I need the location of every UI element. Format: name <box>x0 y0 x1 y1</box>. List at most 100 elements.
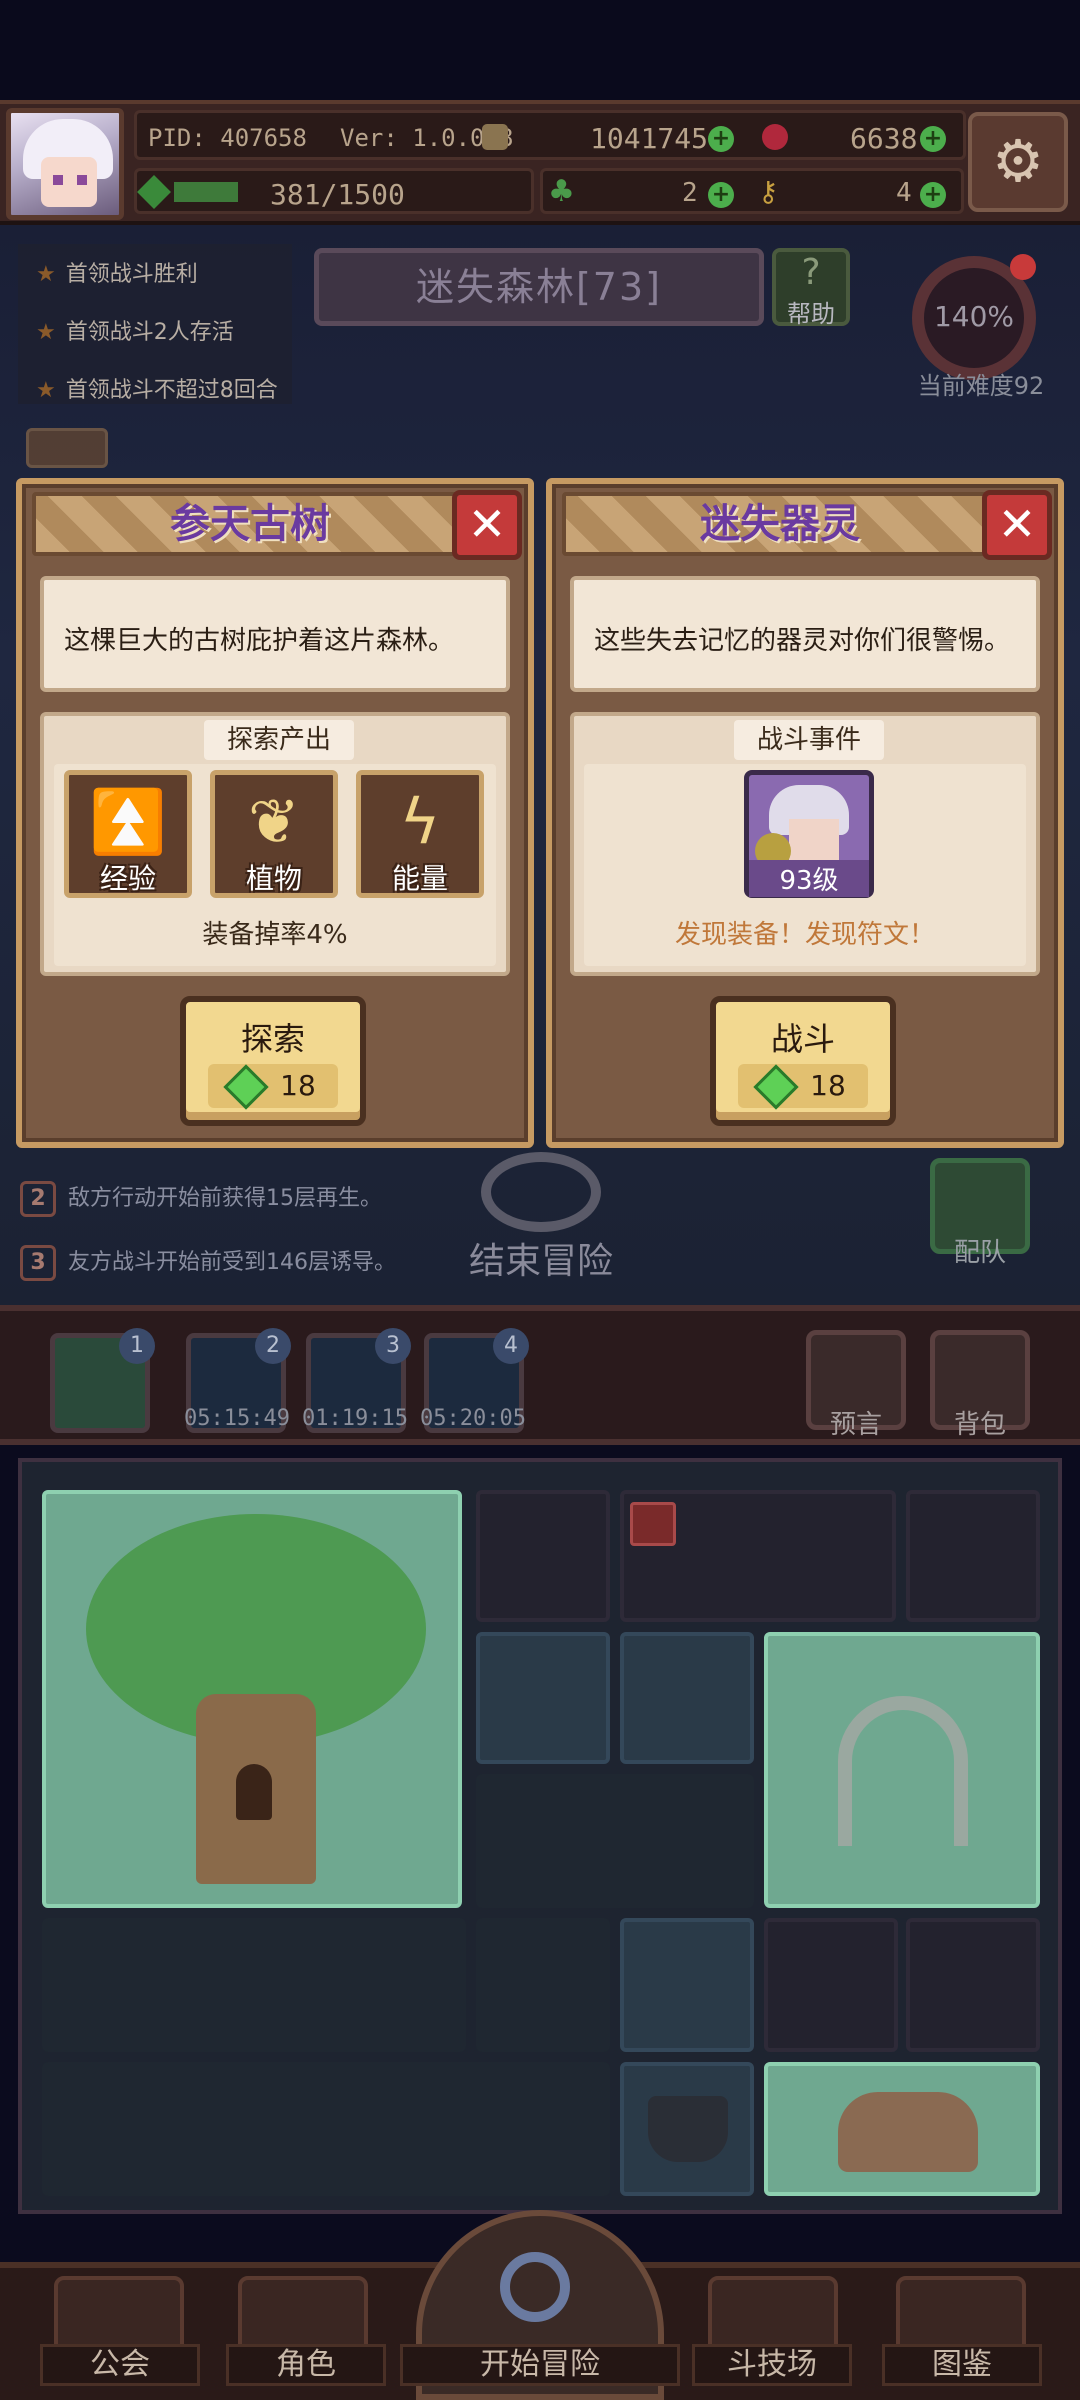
map-tile[interactable] <box>620 1918 754 2052</box>
key-count: 4 <box>896 178 912 208</box>
floor-timer: 05:20:05 <box>420 1406 526 1431</box>
action-label: 战斗 <box>770 1020 835 1058</box>
event-card-tree: 参天古树 ✕ 这棵巨大的古树庇护着这片森林。 探索产出 ⏫ 经验 ❦ 植物 ϟ … <box>16 478 534 1148</box>
quest-item: ★ 首领战斗不超过8回合 <box>36 378 278 403</box>
reward-label: 植物 <box>245 862 302 895</box>
nav-guild-label: 公会 <box>40 2344 200 2386</box>
enemy-list: 93级 发现装备！发现符文！ <box>584 764 1026 966</box>
stump-icon <box>838 2092 978 2172</box>
add-clover-button[interactable]: + <box>708 182 734 208</box>
bag-label: 背包 <box>953 1410 1006 1440</box>
magnifier-icon <box>500 2252 570 2322</box>
floor-slot[interactable]: 1 <box>50 1328 155 1433</box>
quest-item: ★ 首领战斗2人存活 <box>36 320 234 345</box>
reward-exp[interactable]: ⏫ 经验 <box>64 770 192 898</box>
reward-label: 经验 <box>99 862 156 895</box>
fight-button[interactable]: 战斗 18 <box>710 996 896 1126</box>
nav-codex-label: 图鉴 <box>882 2344 1042 2386</box>
floor-strip: 1 2 3 4 <box>0 1305 1080 1445</box>
end-adventure-button[interactable]: 结束冒险 <box>456 1152 626 1282</box>
action-cost: 18 <box>738 1064 868 1110</box>
discovery-note: 发现装备！发现符文！ <box>674 920 935 950</box>
enemy-level: 93级 <box>749 860 869 897</box>
nav-role-label: 角色 <box>226 2344 386 2386</box>
end-adventure-label: 结束冒险 <box>468 1241 613 1282</box>
effect-line: 3 友方战斗开始前受到146层诱导。 <box>20 1244 396 1281</box>
help-button[interactable]: ? 帮助 <box>772 248 850 328</box>
ruins-arch <box>838 1696 968 1846</box>
reward-energy[interactable]: ϟ 能量 <box>356 770 484 898</box>
star-icon: ★ <box>36 262 56 287</box>
card-reward-section: 探索产出 ⏫ 经验 ❦ 植物 ϟ 能量 装备掉率4% <box>40 712 510 976</box>
nav-start-label: 开始冒险 <box>400 2344 680 2386</box>
close-icon[interactable]: ✕ <box>452 490 522 560</box>
stamina-bar-fill <box>174 182 238 202</box>
map-grid <box>18 1458 1062 2214</box>
quest-item: ★ 首领战斗胜利 <box>36 262 198 287</box>
gold-coin-icon <box>482 124 508 150</box>
drop-rate-note: 装备掉率4% <box>202 920 348 950</box>
chevron-up-icon: ⏫ <box>89 785 167 858</box>
map-tile[interactable] <box>906 1918 1040 2052</box>
settings-gear-icon[interactable]: ⚙ <box>968 112 1068 212</box>
map-tile[interactable] <box>620 1490 896 1622</box>
action-label: 探索 <box>240 1020 305 1058</box>
gem-amount: 6638 <box>850 122 918 155</box>
effect-line: 2 敌方行动开始前获得15层再生。 <box>20 1180 382 1217</box>
key-icon: ⚷ <box>758 175 779 208</box>
clover-count: 2 <box>682 178 698 208</box>
nav-arena-label: 斗技场 <box>692 2344 852 2386</box>
map-tile[interactable] <box>906 1490 1040 1622</box>
enemy-portrait[interactable]: 93级 <box>744 770 874 898</box>
reward-list: ⏫ 经验 ❦ 植物 ϟ 能量 装备掉率4% <box>54 764 496 966</box>
cauldron-icon <box>648 2096 728 2162</box>
player-id: PID: 407658 <box>148 124 307 152</box>
reward-label: 能量 <box>391 862 448 895</box>
system-status-bar <box>0 0 1080 100</box>
team-label: 配队 <box>953 1238 1006 1268</box>
leaf-icon: ❦ <box>248 785 300 858</box>
ruins-tile[interactable] <box>764 1632 1040 1908</box>
map-tile[interactable] <box>764 1918 898 2052</box>
ruby-gem-icon <box>762 124 788 150</box>
chest-icon[interactable] <box>26 428 108 468</box>
reward-plant[interactable]: ❦ 植物 <box>210 770 338 898</box>
locked-icon <box>630 1502 676 1546</box>
green-gem-icon <box>223 1064 269 1110</box>
event-card-spirit: 迷失器灵 ✕ 这些失去记忆的器灵对你们很警惕。 战斗事件 93级 发现装备！发现… <box>546 478 1064 1148</box>
card-description: 这些失去记忆的器灵对你们很警惕。 <box>570 576 1040 692</box>
map-tile[interactable] <box>476 1632 610 1764</box>
card-battle-section: 战斗事件 93级 发现装备！发现符文！ <box>570 712 1040 976</box>
question-icon: ? <box>801 252 821 293</box>
player-avatar[interactable] <box>6 108 124 220</box>
cauldron-tile[interactable] <box>620 2062 754 2196</box>
close-icon[interactable]: ✕ <box>982 490 1052 560</box>
gold-amount: 1041745 <box>590 122 709 155</box>
explore-button[interactable]: 探索 18 <box>180 996 366 1126</box>
star-icon: ★ <box>36 378 56 403</box>
add-gem-button[interactable]: + <box>920 126 946 152</box>
green-gem-icon <box>753 1064 799 1110</box>
section-title: 战斗事件 <box>734 720 884 760</box>
clover-icon: ♣ <box>548 174 575 209</box>
tree-tile[interactable] <box>42 1490 462 1908</box>
floor-timer: 05:15:49 <box>184 1406 290 1431</box>
section-title: 探索产出 <box>204 720 354 760</box>
help-label: 帮助 <box>787 300 835 328</box>
prophecy-label: 预言 <box>829 1410 882 1440</box>
map-tile[interactable] <box>620 1632 754 1764</box>
action-cost: 18 <box>208 1064 338 1110</box>
map-tile[interactable] <box>476 1490 610 1622</box>
add-gold-button[interactable]: + <box>708 126 734 152</box>
stage-title: 迷失森林[73] <box>314 248 764 326</box>
add-key-button[interactable]: + <box>920 182 946 208</box>
card-title: 迷失器灵 <box>562 492 998 556</box>
cycle-arrows-icon <box>481 1152 601 1232</box>
floor-timer: 01:19:15 <box>302 1406 408 1431</box>
card-title: 参天古树 <box>32 492 468 556</box>
card-description: 这棵巨大的古树庇护着这片森林。 <box>40 576 510 692</box>
difficulty-label: 当前难度92 <box>917 372 1045 400</box>
alert-dot-icon <box>1010 254 1036 280</box>
stump-tile[interactable] <box>764 2062 1040 2196</box>
star-icon: ★ <box>36 320 56 345</box>
